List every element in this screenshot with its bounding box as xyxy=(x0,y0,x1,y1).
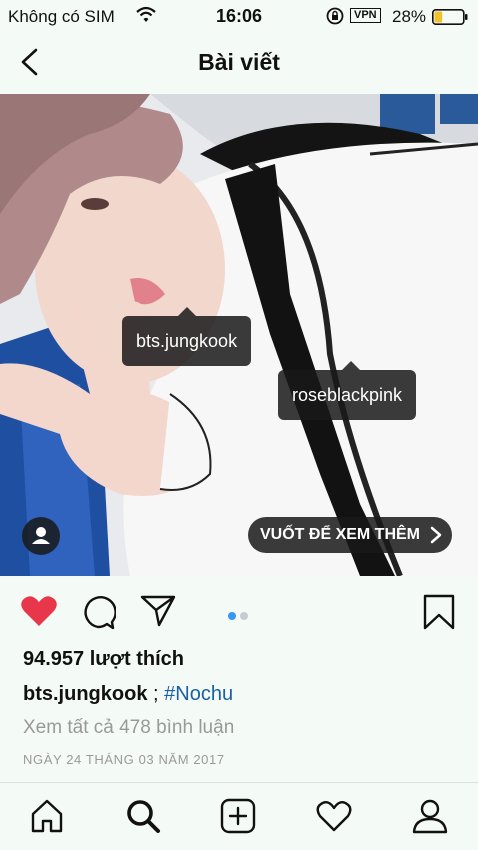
bottom-navigation xyxy=(0,782,478,850)
carousel-indicator xyxy=(228,607,252,625)
user-icon xyxy=(32,527,50,544)
tag-user-2[interactable]: roseblackpink xyxy=(278,361,417,420)
tag-user-1[interactable]: bts.jungkook xyxy=(122,307,252,366)
heart-icon[interactable] xyxy=(20,594,58,628)
carousel-dot-active xyxy=(228,612,236,620)
like-count[interactable]: 94.957 lượt thích xyxy=(23,648,184,671)
profile-icon[interactable] xyxy=(411,797,449,835)
orientation-lock-icon xyxy=(326,7,344,25)
swipe-label: VUỐT ĐỂ XEM THÊM xyxy=(260,526,421,543)
page-title: Bài viết xyxy=(198,49,280,75)
home-icon[interactable] xyxy=(28,797,66,835)
view-comments-link[interactable]: Xem tất cả 478 bình luận xyxy=(23,717,234,739)
bookmark-icon[interactable] xyxy=(422,594,456,630)
activity-icon[interactable] xyxy=(315,797,353,835)
add-icon[interactable] xyxy=(219,797,257,835)
post-actions xyxy=(0,576,478,646)
post-photo[interactable]: bts.jungkook roseblackpink VUỐT ĐỂ XEM T… xyxy=(0,94,478,576)
chevron-right-icon xyxy=(430,526,442,544)
share-icon[interactable] xyxy=(140,594,176,628)
battery-percent: 28% xyxy=(392,7,427,26)
tagged-users-button[interactable] xyxy=(22,517,60,555)
vpn-badge: VPN xyxy=(350,8,381,23)
carousel-dot xyxy=(240,612,248,620)
caption-text: ; xyxy=(147,683,165,705)
swipe-more-button[interactable]: VUỐT ĐỂ XEM THÊM xyxy=(248,517,453,553)
post-caption: bts.jungkook ; #Nochu xyxy=(23,683,233,706)
comment-icon[interactable] xyxy=(80,594,116,630)
search-icon[interactable] xyxy=(124,797,162,835)
top-navigation: Bài viết xyxy=(0,34,478,94)
caption-hashtag[interactable]: #Nochu xyxy=(164,683,233,705)
battery-icon xyxy=(432,9,468,25)
caption-username[interactable]: bts.jungkook xyxy=(23,683,147,705)
status-bar: Không có SIM 16:06 VPN 28% xyxy=(0,0,478,34)
post-date: NGÀY 24 THÁNG 03 NĂM 2017 xyxy=(23,752,225,767)
